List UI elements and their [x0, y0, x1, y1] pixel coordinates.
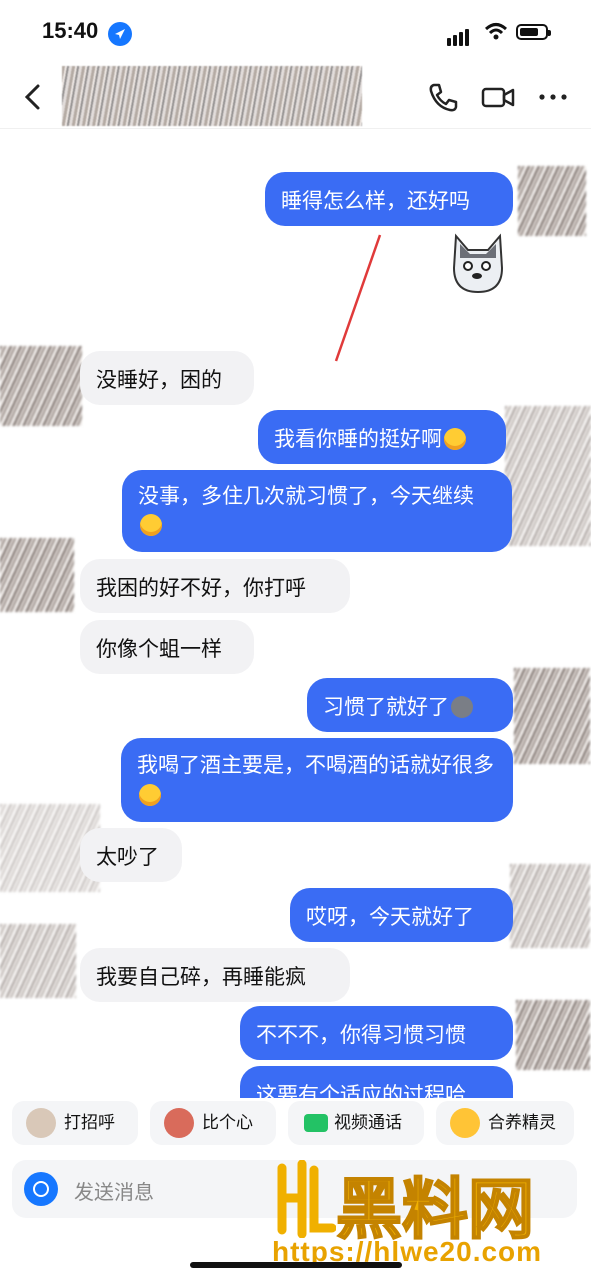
message-text: 这要有个适应的过程哈 [256, 1083, 466, 1098]
location-arrow-icon [108, 22, 132, 46]
avatar-wave-icon [26, 1108, 56, 1138]
contact-name-redacted[interactable] [62, 66, 362, 126]
redacted-avatar [0, 924, 76, 998]
shiba-dog-emoji-icon [451, 696, 473, 718]
red-annotation-line [334, 234, 382, 362]
status-time: 15:40 [42, 18, 99, 43]
watermark-logo-icon [277, 1160, 336, 1238]
redacted-avatar [0, 346, 82, 426]
quick-action-pet-button[interactable]: 合养精灵 [436, 1101, 574, 1145]
redacted-avatar [516, 1000, 590, 1070]
message-bubble-sent[interactable]: 我看你睡的挺好啊 [258, 410, 506, 464]
message-text: 我看你睡的挺好啊 [274, 427, 442, 451]
redacted-avatar [0, 538, 74, 612]
message-bubble-received[interactable]: 太吵了 [80, 828, 182, 882]
more-options-icon[interactable] [536, 80, 570, 114]
message-bubble-received[interactable]: 我要自己碎，再睡能疯 [80, 948, 350, 1002]
quick-action-label: 视频通话 [334, 1113, 402, 1133]
message-text: 你像个蛆一样 [96, 637, 222, 661]
redacted-avatar [510, 864, 590, 948]
chat-message-list[interactable]: 睡得怎么样，还好吗 没睡好，困的 我看你睡的挺好啊 没事，多住几次就习惯了，今天… [0, 128, 591, 1098]
redacted-avatar [518, 166, 586, 236]
message-bubble-sent[interactable]: 习惯了就好了 [307, 678, 513, 732]
message-bubble-sent[interactable]: 我喝了酒主要是，不喝酒的话就好很多 [121, 738, 513, 822]
message-input-placeholder[interactable]: 发送消息 [74, 1176, 154, 1205]
video-camera-icon [304, 1114, 328, 1132]
message-text: 哎呀，今天就好了 [306, 905, 474, 929]
video-camera-icon[interactable] [480, 80, 515, 114]
quick-action-label: 打招呼 [64, 1113, 115, 1133]
message-bubble-sent[interactable]: 哎呀，今天就好了 [290, 888, 513, 942]
wifi-icon [484, 22, 508, 46]
laughing-crying-emoji-icon [140, 514, 162, 536]
message-bubble-sent[interactable]: 没事，多住几次就习惯了，今天继续 [122, 470, 512, 552]
message-bubble-sent[interactable]: 睡得怎么样，还好吗 [265, 172, 513, 226]
quick-action-heart-button[interactable]: 比个心 [150, 1101, 276, 1145]
message-text: 我喝了酒主要是，不喝酒的话就好很多 [137, 753, 494, 777]
message-bubble-sent[interactable]: 这要有个适应的过程哈 [240, 1066, 513, 1098]
phone-icon[interactable] [426, 80, 460, 114]
quick-action-wave-button[interactable]: 打招呼 [12, 1101, 138, 1145]
quick-action-label: 合养精灵 [488, 1113, 556, 1133]
site-watermark: 黑料网 https://hlwe20.com [270, 1160, 580, 1270]
duck-pet-icon [450, 1108, 480, 1138]
message-text: 我要自己碎，再睡能疯 [96, 965, 306, 989]
battery-icon [516, 24, 551, 40]
message-text: 太吵了 [96, 845, 159, 869]
message-text: 不不不，你得习惯习惯 [256, 1023, 466, 1047]
message-text: 没睡好，困的 [96, 368, 222, 392]
shiba-dog-sticker[interactable] [446, 228, 510, 296]
status-bar: 15:40 [0, 0, 591, 66]
message-bubble-received[interactable]: 没睡好，困的 [80, 351, 254, 405]
back-chevron-icon[interactable] [18, 80, 48, 114]
quick-action-label: 比个心 [202, 1113, 253, 1133]
chat-header [0, 66, 591, 129]
laughing-crying-emoji-icon [444, 428, 466, 450]
avatar-heart-icon [164, 1108, 194, 1138]
redacted-avatar [514, 668, 590, 764]
quick-action-bar: 打招呼 比个心 视频通话 合养精灵 [0, 1097, 591, 1149]
voice-input-icon[interactable] [24, 1172, 58, 1206]
home-indicator [190, 1262, 402, 1268]
message-text: 睡得怎么样，还好吗 [281, 189, 470, 213]
message-text: 我困的好不好，你打呼 [96, 576, 306, 600]
message-text: 习惯了就好了 [323, 695, 449, 719]
message-bubble-received[interactable]: 你像个蛆一样 [80, 620, 254, 674]
redacted-avatar [505, 406, 591, 546]
laughing-crying-emoji-icon [139, 784, 161, 806]
message-text: 没事，多住几次就习惯了，今天继续 [138, 484, 474, 508]
message-bubble-sent[interactable]: 不不不，你得习惯习惯 [240, 1006, 513, 1060]
quick-action-video-call-button[interactable]: 视频通话 [288, 1101, 424, 1145]
message-bubble-received[interactable]: 我困的好不好，你打呼 [80, 559, 350, 613]
